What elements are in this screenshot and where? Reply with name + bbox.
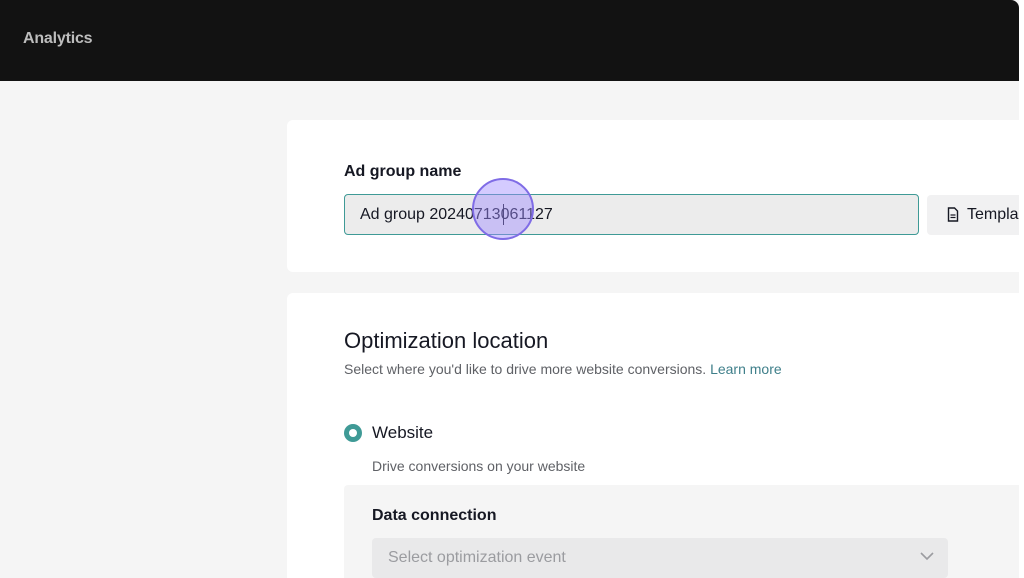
website-radio[interactable] — [344, 424, 362, 442]
chevron-down-icon — [920, 552, 934, 561]
optimization-description-text: Select where you'd like to drive more we… — [344, 361, 707, 377]
top-bar: Analytics — [0, 0, 1019, 81]
template-button[interactable]: Templa — [927, 195, 1019, 235]
website-radio-label[interactable]: Website — [372, 423, 433, 443]
optimization-description: Select where you'd like to drive more we… — [344, 361, 782, 377]
app-frame: Analytics Ad group name Ad group 2024071… — [0, 0, 1019, 578]
learn-more-link[interactable]: Learn more — [710, 361, 782, 377]
ad-group-name-input[interactable]: Ad group 20240713061127 — [344, 194, 919, 235]
optimization-title: Optimization location — [344, 328, 549, 353]
brand-title[interactable]: Analytics — [23, 30, 93, 48]
template-button-label: Templa — [967, 206, 1019, 223]
click-indicator — [472, 178, 534, 240]
ad-group-name-label: Ad group name — [344, 163, 462, 180]
document-icon — [947, 207, 959, 222]
data-connection-title: Data connection — [372, 507, 497, 524]
optimization-event-select[interactable]: Select optimization event — [372, 538, 948, 578]
website-radio-description: Drive conversions on your website — [372, 458, 586, 474]
optimization-event-placeholder: Select optimization event — [388, 549, 566, 566]
